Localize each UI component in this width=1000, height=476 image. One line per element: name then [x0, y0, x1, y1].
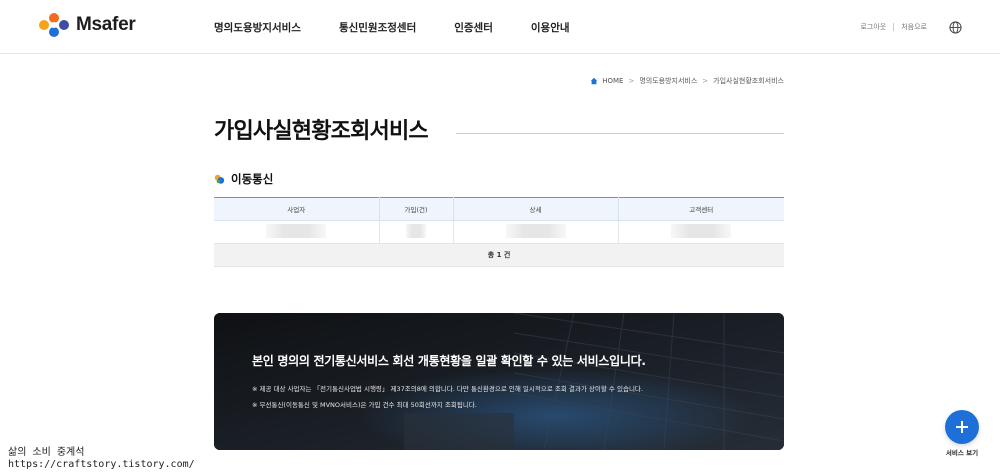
table-header-row: 사업자 가입(건) 상세 고객센터 — [214, 197, 784, 221]
banner-note: ※ 제공 대상 사업자는 「전기통신사업법 시행령」 제37조의8에 의합니다.… — [252, 385, 643, 393]
site-header: Msafer 명의도용방지서비스 통신민원조정센터 인증센터 이용안내 로그아웃… — [0, 0, 1000, 54]
nav-item-complaint-center[interactable]: 통신민원조정센터 — [339, 20, 416, 35]
breadcrumb-home[interactable]: HOME — [602, 77, 623, 85]
title-divider — [456, 133, 784, 134]
plus-icon — [956, 421, 968, 433]
info-banner: 본인 명의의 전기통신서비스 회선 개통현황을 일괄 확인할 수 있는 서비스입… — [214, 313, 784, 450]
section-title: 이동통신 — [231, 172, 274, 186]
logo-mark-icon — [39, 13, 69, 37]
watermark-title: 삶의 소비 중계석 — [8, 447, 85, 458]
subscription-table: 사업자 가입(건) 상세 고객센터 총 1 건 — [214, 197, 784, 267]
breadcrumb: HOME > 명의도용방지서비스 > 가입사실현황조회서비스 — [590, 76, 784, 86]
table-total-row: 총 1 건 — [214, 243, 784, 267]
globe-icon[interactable] — [949, 20, 962, 34]
column-header-support: 고객센터 — [618, 197, 784, 221]
watermark-url: https://craftstory.tistory.com/ — [8, 459, 195, 470]
table-row — [214, 220, 784, 244]
service-view-button[interactable] — [945, 410, 979, 444]
main-nav: 명의도용방지서비스 통신민원조정센터 인증센터 이용안내 — [214, 0, 608, 54]
service-view-label: 서비스 보기 — [945, 449, 979, 457]
breadcrumb-section[interactable]: 명의도용방지서비스 — [639, 76, 697, 86]
utility-menu: 로그아웃 처음으로 — [860, 0, 962, 54]
section-bullet-icon — [214, 174, 225, 184]
home-link[interactable]: 처음으로 — [901, 22, 927, 32]
section-header: 이동통신 — [214, 171, 273, 187]
nav-item-identity-protection[interactable]: 명의도용방지서비스 — [214, 20, 301, 35]
breadcrumb-current: 가입사실현황조회서비스 — [713, 77, 784, 85]
divider — [893, 23, 895, 31]
column-header-carrier: 사업자 — [214, 197, 380, 221]
cell-support-redacted — [618, 220, 784, 244]
banner-title: 본인 명의의 전기통신서비스 회선 개통현황을 일괄 확인할 수 있는 서비스입… — [252, 354, 646, 368]
chevron-right-icon: > — [702, 77, 709, 85]
logout-link[interactable]: 로그아웃 — [860, 22, 886, 32]
logo-text: Msafer — [76, 14, 136, 35]
banner-note: ※ 무선통신(이동통신 및 MVNO서비스)은 가입 건수 최대 50회선까지 … — [252, 401, 477, 409]
laptop-background-image — [214, 313, 784, 450]
total-count: 총 1 건 — [214, 243, 784, 267]
column-header-detail: 상세 — [453, 197, 619, 221]
cell-count-redacted — [379, 220, 454, 244]
nav-item-auth-center[interactable]: 인증센터 — [454, 20, 493, 35]
cell-detail-redacted[interactable] — [453, 220, 619, 244]
column-header-count: 가입(건) — [379, 197, 454, 221]
chevron-right-icon: > — [628, 77, 635, 85]
cell-carrier-redacted — [214, 220, 380, 244]
logo[interactable]: Msafer — [37, 12, 136, 38]
nav-item-usage-guide[interactable]: 이용안내 — [531, 20, 570, 35]
page-title: 가입사실현황조회서비스 — [214, 119, 429, 144]
home-icon — [590, 77, 598, 85]
